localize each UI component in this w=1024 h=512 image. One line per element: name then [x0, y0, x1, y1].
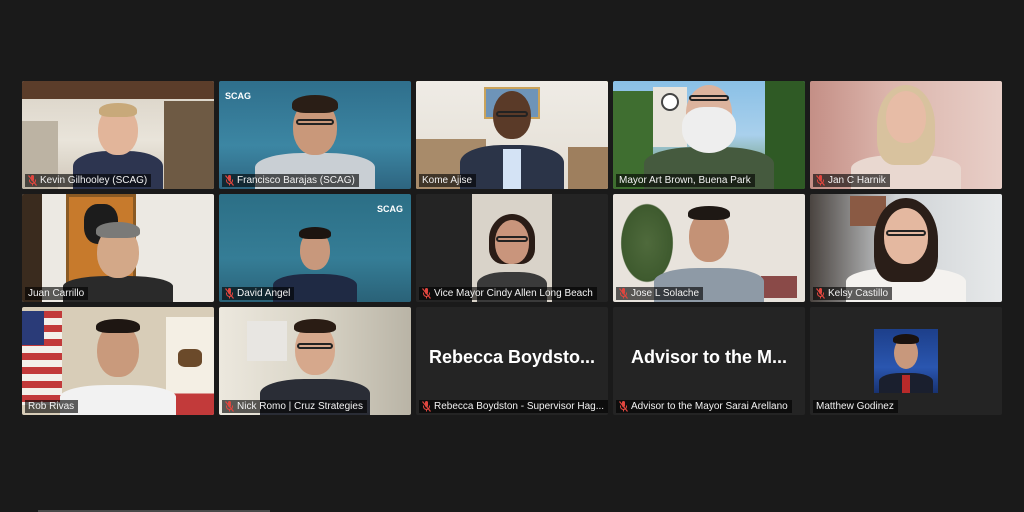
- participant-name: Kevin Gilhooley (SCAG): [40, 175, 148, 186]
- participant-name-tag: Rebecca Boydston - Supervisor Hag...: [419, 400, 608, 413]
- video-feed: [810, 194, 1002, 302]
- participant-name-tag: Jose L Solache: [616, 287, 704, 300]
- participant-name: Kome Ajise: [422, 175, 473, 186]
- mic-muted-icon: [225, 175, 234, 186]
- participant-name: Advisor to the Mayor Sarai Arellano: [631, 401, 788, 412]
- participant-tile[interactable]: Mayor Art Brown, Buena Park: [613, 81, 805, 189]
- profile-photo: [874, 329, 938, 393]
- participant-name: Kelsy Castillo: [828, 288, 889, 299]
- participant-name: Jose L Solache: [631, 288, 700, 299]
- participant-name-tag: Nick Romo | Cruz Strategies: [222, 400, 367, 413]
- video-feed: [810, 81, 1002, 189]
- participant-grid: Kevin Gilhooley (SCAG) SCAG Francisco Ba…: [22, 81, 1002, 415]
- participant-tile[interactable]: SCAG David Angel: [219, 194, 411, 302]
- mic-muted-icon: [619, 401, 628, 412]
- participant-name-tag: Rob Rivas: [25, 400, 79, 413]
- participant-name-tag: Kevin Gilhooley (SCAG): [25, 174, 152, 187]
- participant-name-tag: David Angel: [222, 287, 295, 300]
- video-feed: [613, 81, 805, 189]
- participant-name-tag: Francisco Barajas (SCAG): [222, 174, 359, 187]
- mic-muted-icon: [619, 288, 628, 299]
- video-feed: [416, 81, 608, 189]
- scag-logo: SCAG: [376, 204, 403, 214]
- participant-name-tag: Advisor to the Mayor Sarai Arellano: [616, 400, 792, 413]
- participant-tile[interactable]: Kevin Gilhooley (SCAG): [22, 81, 214, 189]
- mic-muted-icon: [225, 401, 234, 412]
- participant-tile[interactable]: Nick Romo | Cruz Strategies: [219, 307, 411, 415]
- zoom-gallery-view: { "participants": [ {"name": "Kevin Gilh…: [0, 0, 1024, 512]
- participant-name-tag: Matthew Godinez: [813, 400, 898, 413]
- participant-name-tag: Kome Ajise: [419, 174, 477, 187]
- participant-tile[interactable]: Kelsy Castillo: [810, 194, 1002, 302]
- participant-name-tag: Vice Mayor Cindy Allen Long Beach: [419, 287, 597, 300]
- participant-name: Francisco Barajas (SCAG): [237, 175, 355, 186]
- participant-name: Jan C Harnik: [828, 175, 886, 186]
- mic-muted-icon: [816, 288, 825, 299]
- participant-tile-video-off[interactable]: Matthew Godinez: [810, 307, 1002, 415]
- video-feed: [219, 307, 411, 415]
- participant-display-name: Advisor to the M...: [630, 347, 787, 367]
- participant-tile[interactable]: SCAG Francisco Barajas (SCAG): [219, 81, 411, 189]
- participant-tile[interactable]: Jose L Solache: [613, 194, 805, 302]
- participant-tile[interactable]: Rob Rivas: [22, 307, 214, 415]
- mic-muted-icon: [422, 401, 431, 412]
- participant-name-tag: Jan C Harnik: [813, 174, 890, 187]
- mic-muted-icon: [225, 288, 234, 299]
- video-feed: SCAG: [219, 81, 411, 189]
- participant-tile-video-off[interactable]: Rebecca Boydsto... Rebecca Boydston - Su…: [416, 307, 608, 415]
- video-feed: [416, 194, 608, 302]
- video-feed: [22, 194, 214, 302]
- video-feed: [22, 81, 214, 189]
- video-feed: [22, 307, 214, 415]
- participant-tile[interactable]: Juan Carrillo: [22, 194, 214, 302]
- participant-name: Mayor Art Brown, Buena Park: [619, 175, 751, 186]
- participant-name-tag: Juan Carrillo: [25, 287, 89, 300]
- participant-tile[interactable]: Vice Mayor Cindy Allen Long Beach: [416, 194, 608, 302]
- participant-name: Rebecca Boydston - Supervisor Hag...: [434, 401, 605, 412]
- participant-name-tag: Kelsy Castillo: [813, 287, 893, 300]
- video-feed: [613, 194, 805, 302]
- participant-name: Vice Mayor Cindy Allen Long Beach: [434, 288, 593, 299]
- participant-display-name: Rebecca Boydsto...: [428, 347, 596, 367]
- mic-muted-icon: [816, 175, 825, 186]
- participant-name-tag: Mayor Art Brown, Buena Park: [616, 174, 755, 187]
- participant-tile[interactable]: Jan C Harnik: [810, 81, 1002, 189]
- mic-muted-icon: [28, 175, 37, 186]
- participant-name: Matthew Godinez: [816, 401, 894, 412]
- scag-logo: SCAG: [225, 91, 252, 101]
- participant-tile-active-speaker[interactable]: Kome Ajise: [416, 81, 608, 189]
- participant-name: Rob Rivas: [28, 401, 75, 412]
- participant-tile-video-off[interactable]: Advisor to the M... Advisor to the Mayor…: [613, 307, 805, 415]
- participant-name: Nick Romo | Cruz Strategies: [237, 401, 363, 412]
- participant-name: David Angel: [237, 288, 291, 299]
- participant-name: Juan Carrillo: [28, 288, 85, 299]
- mic-muted-icon: [422, 288, 431, 299]
- video-feed: SCAG: [219, 194, 411, 302]
